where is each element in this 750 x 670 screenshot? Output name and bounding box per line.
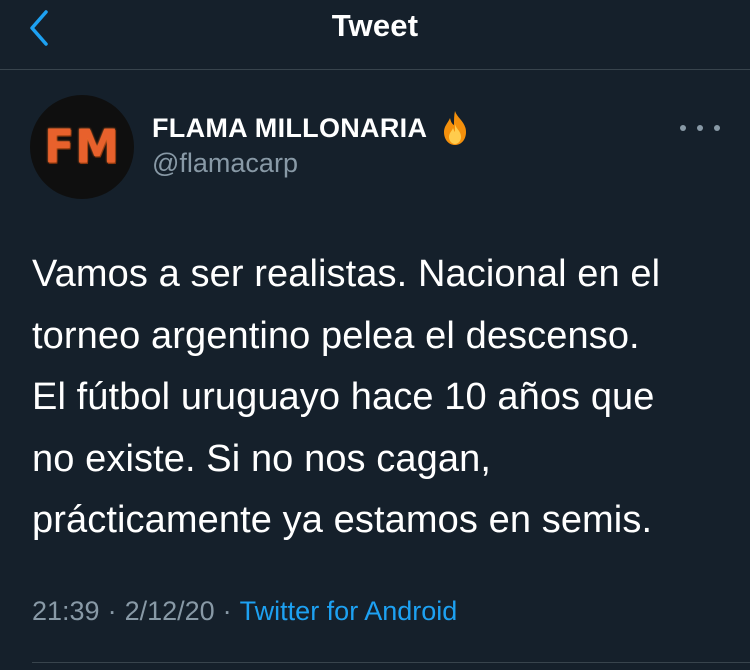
more-horizontal-icon — [697, 125, 703, 131]
source-link[interactable]: Twitter for Android — [240, 596, 458, 626]
tweet-text: Vamos a ser realistas. Nacional en el to… — [32, 244, 732, 552]
page-title: Tweet — [331, 8, 419, 43]
tweet-time: 21:39 — [32, 596, 100, 626]
tweet-metadata: 21:39 · 2/12/20 · Twitter for Android — [32, 596, 457, 627]
more-horizontal-icon — [714, 125, 720, 131]
author-name-row[interactable]: FLAMA MILLONARIA — [152, 108, 471, 148]
tweet-text-line: prácticamente ya estamos en semis. — [32, 499, 653, 541]
separator-dot: · — [222, 596, 232, 626]
avatar[interactable]: FM — [30, 95, 134, 199]
tweet-date: 2/12/20 — [124, 596, 215, 626]
tweet-text-line: Vamos a ser realistas. Nacional en el — [32, 253, 661, 295]
tweet-text-line: El fútbol uruguayo hace 10 años que — [32, 376, 655, 418]
divider — [32, 662, 750, 663]
more-horizontal-icon — [680, 125, 686, 131]
top-nav-bar: Tweet — [0, 0, 750, 70]
tweet-text-line: no existe. Si no nos cagan, — [32, 437, 491, 480]
more-options-button[interactable] — [680, 116, 720, 140]
avatar-logo-text: FM — [44, 120, 120, 174]
display-name[interactable]: FLAMA MILLONARIA — [152, 113, 427, 144]
author-handle[interactable]: @flamacarp — [152, 148, 298, 179]
fire-icon — [439, 110, 471, 146]
separator-dot: · — [107, 596, 117, 626]
tweet-text-line: torneo argentino pelea el descenso. — [32, 314, 640, 357]
